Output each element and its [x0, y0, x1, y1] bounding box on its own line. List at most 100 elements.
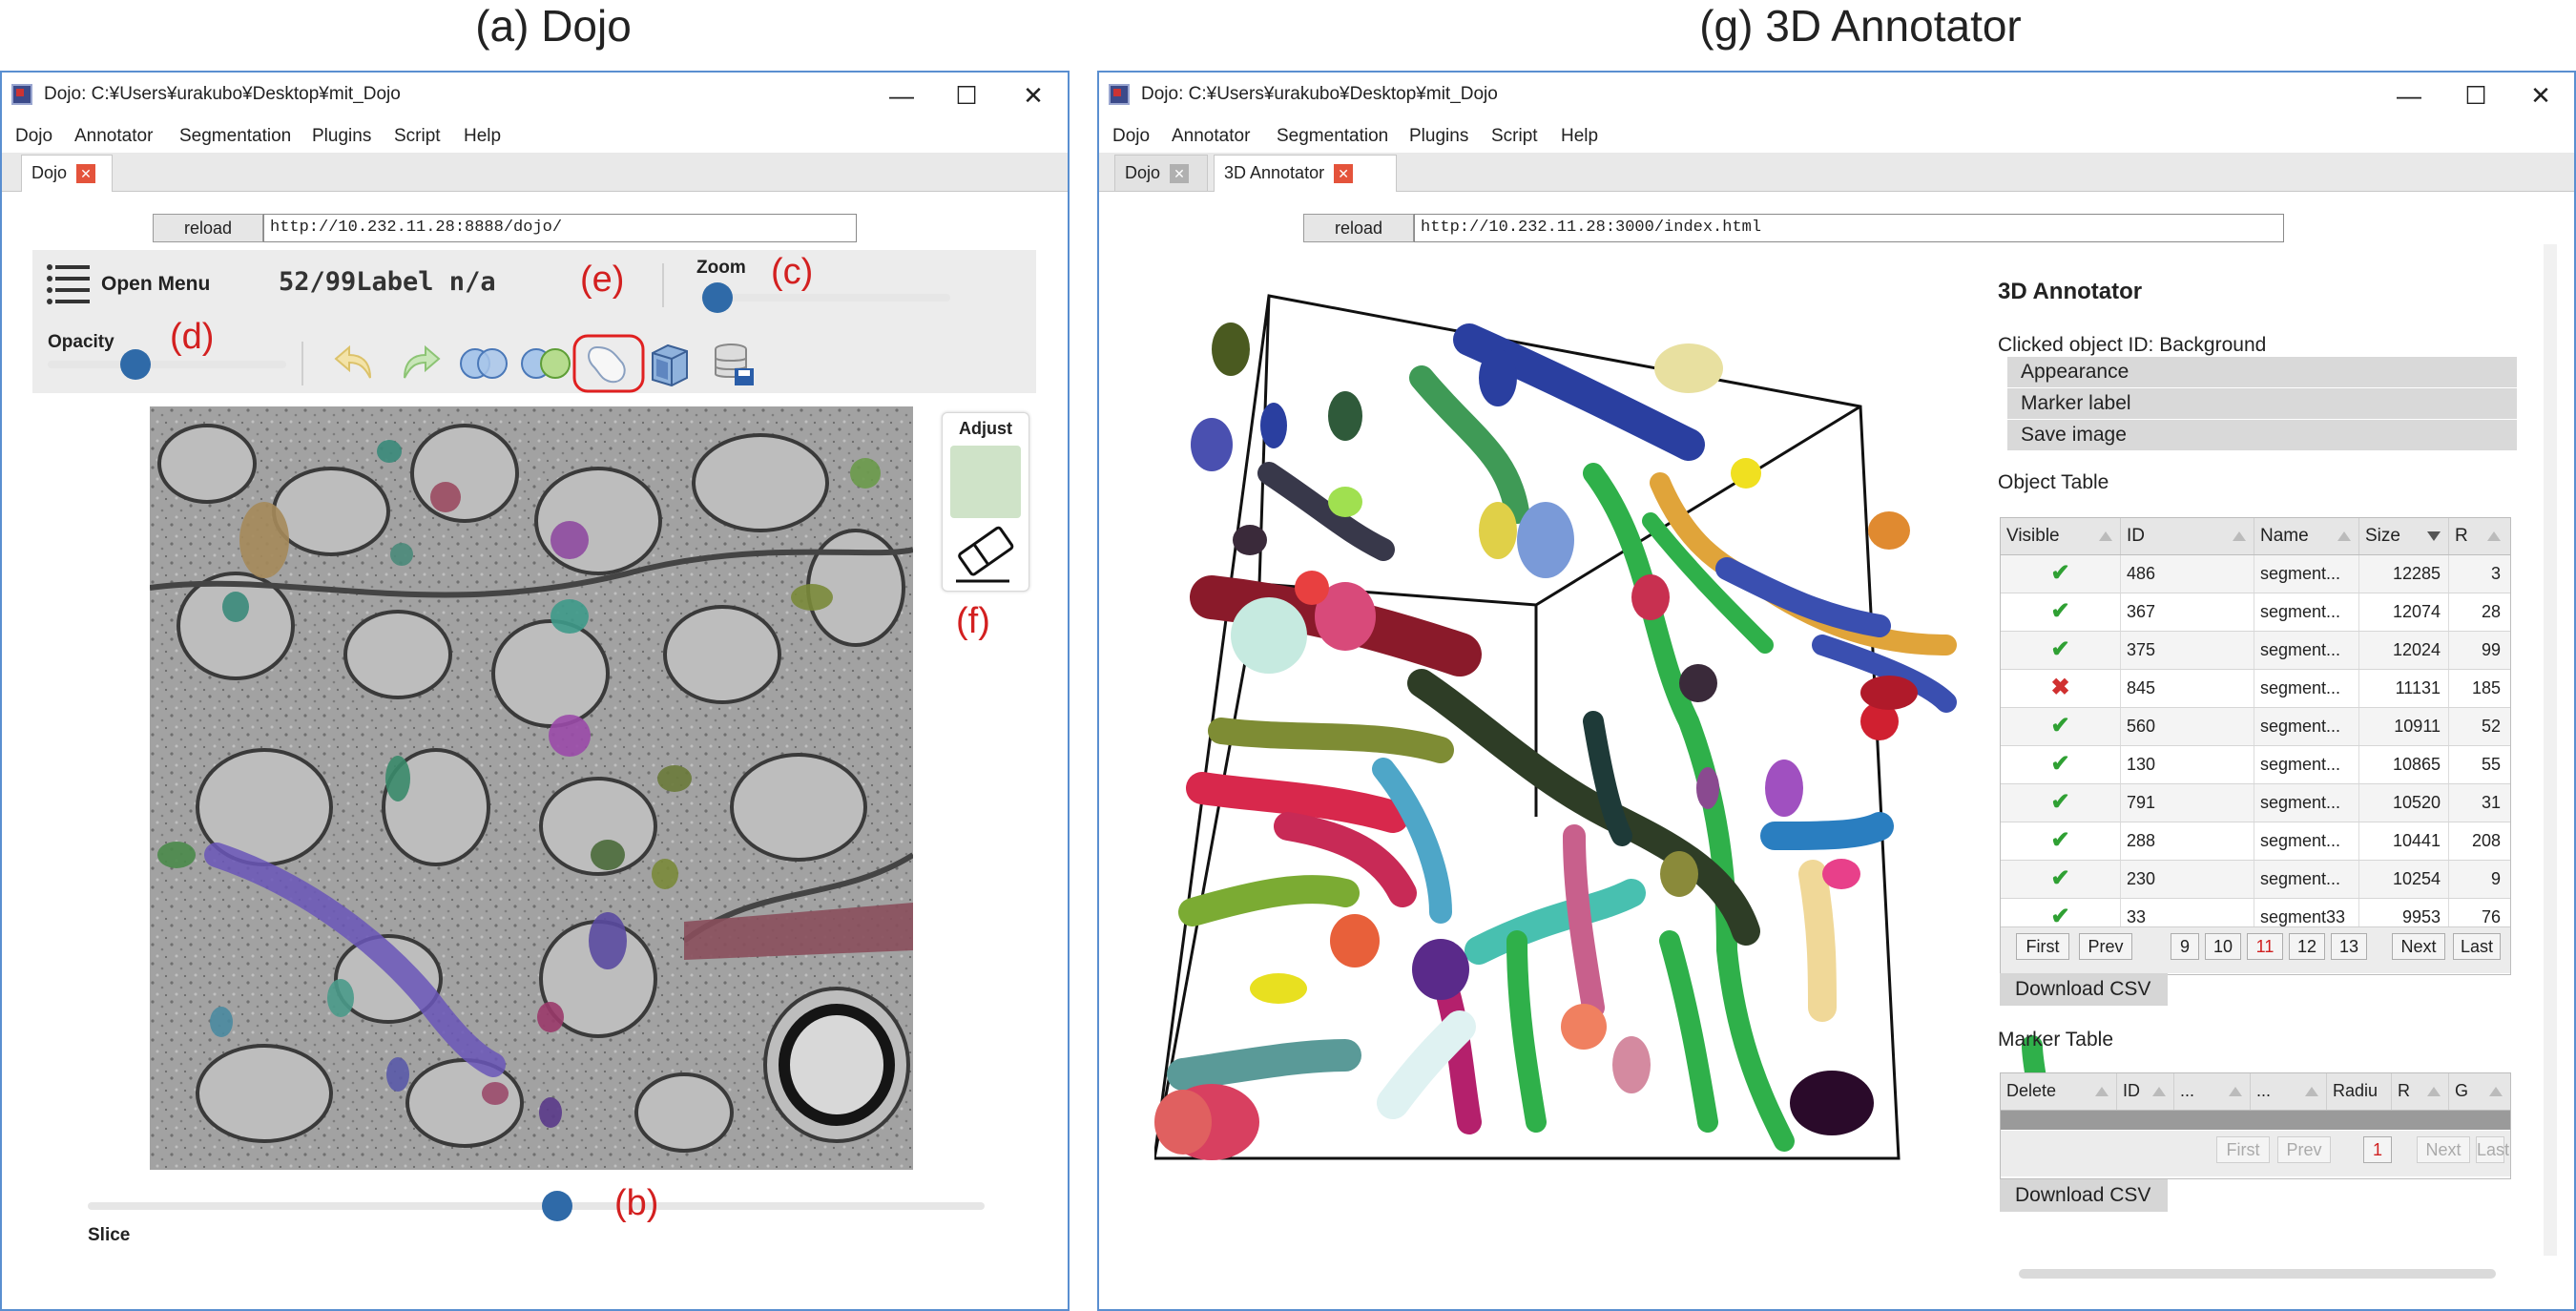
pager-next-button[interactable]: Next [2417, 1136, 2470, 1163]
color-swatch[interactable] [950, 446, 1021, 518]
table-row[interactable]: ✔ 560 segment... 10911 52 [2001, 708, 2510, 746]
pager-page-10[interactable]: 10 [2205, 933, 2241, 960]
visible-check-icon[interactable]: ✔ [2001, 784, 2121, 822]
download-csv-button[interactable]: Download CSV [2000, 1179, 2168, 1212]
column-header-r[interactable]: R [2392, 1073, 2449, 1110]
save-database-icon[interactable] [712, 342, 758, 387]
reload-button[interactable]: reload [153, 214, 263, 242]
maximize-button[interactable]: ☐ [935, 74, 998, 116]
column-header-name[interactable]: Name [2254, 518, 2359, 554]
merge-icon[interactable] [458, 343, 509, 384]
column-header-r[interactable]: R [2449, 518, 2508, 554]
visible-check-icon[interactable]: ✔ [2001, 708, 2121, 745]
menu-segmentation[interactable]: Segmentation [179, 126, 291, 147]
menu-plugins[interactable]: Plugins [1409, 126, 1468, 147]
menu-dojo[interactable]: Dojo [15, 126, 52, 147]
menu-script[interactable]: Script [394, 126, 441, 147]
close-button[interactable]: ✕ [1002, 74, 1065, 116]
pager-last-button[interactable]: Last [2453, 933, 2501, 960]
reload-button[interactable]: reload [1303, 214, 1414, 242]
close-button[interactable]: ✕ [2509, 74, 2572, 116]
visible-check-icon[interactable]: ✔ [2001, 861, 2121, 898]
open-menu-label[interactable]: Open Menu [101, 273, 210, 296]
pager-first-button[interactable]: First [2016, 933, 2069, 960]
pager-page-12[interactable]: 12 [2289, 933, 2325, 960]
column-header-size[interactable]: Size [2359, 518, 2449, 554]
column-header-g[interactable]: G [2449, 1073, 2510, 1110]
menu-script[interactable]: Script [1491, 126, 1538, 147]
maximize-button[interactable]: ☐ [2444, 74, 2507, 116]
menu-help[interactable]: Help [1561, 126, 1598, 147]
table-row[interactable]: ✔ 230 segment... 10254 9 [2001, 861, 2510, 899]
pager-first-button[interactable]: First [2216, 1136, 2270, 1163]
accordion-appearance[interactable]: Appearance [2007, 357, 2517, 387]
minimize-button[interactable]: — [870, 74, 933, 116]
column-header-radius[interactable]: Radiu [2327, 1073, 2392, 1110]
visible-check-icon[interactable]: ✔ [2001, 822, 2121, 860]
table-row[interactable]: ✔ 130 segment... 10865 55 [2001, 746, 2510, 784]
accordion-marker-label[interactable]: Marker label [2007, 388, 2517, 419]
zoom-slider-track[interactable] [700, 294, 950, 302]
hidden-cross-icon[interactable]: ✖ [2001, 670, 2121, 707]
visible-check-icon[interactable]: ✔ [2001, 555, 2121, 593]
paint-icon[interactable] [572, 334, 645, 393]
table-row[interactable]: ✖ 845 segment... 11131 185 [2001, 670, 2510, 708]
pager-last-button[interactable]: Last [2476, 1136, 2509, 1163]
tab-close-icon[interactable]: ✕ [76, 164, 96, 184]
eraser-icon[interactable] [950, 524, 1021, 585]
undo-icon[interactable] [334, 342, 380, 385]
redo-icon[interactable] [395, 342, 441, 385]
column-header-col3[interactable]: ... [2174, 1073, 2251, 1110]
tab-close-icon[interactable]: ✕ [1170, 164, 1190, 184]
table-row[interactable]: ✔ 288 segment... 10441 208 [2001, 822, 2510, 861]
url-field[interactable]: http://10.232.11.28:3000/index.html [1414, 214, 2284, 242]
column-header-id[interactable]: ID [2117, 1073, 2174, 1110]
slice-slider-knob[interactable] [542, 1191, 572, 1221]
em-image-view[interactable] [150, 406, 913, 1170]
menu-annotator[interactable]: Annotator [74, 126, 153, 147]
menu-icon[interactable] [46, 261, 93, 307]
split-icon[interactable] [519, 343, 572, 384]
table-row[interactable]: ✔ 367 segment... 12074 28 [2001, 593, 2510, 632]
tab-3d-annotator[interactable]: 3D Annotator ✕ [1214, 155, 1397, 192]
menu-plugins[interactable]: Plugins [312, 126, 371, 147]
table-row[interactable]: ✔ 486 segment... 12285 3 [2001, 555, 2510, 593]
table-row[interactable]: ✔ 375 segment... 12024 99 [2001, 632, 2510, 670]
tab-dojo[interactable]: Dojo ✕ [21, 155, 113, 192]
pager-prev-button[interactable]: Prev [2079, 933, 2132, 960]
visible-check-icon[interactable]: ✔ [2001, 746, 2121, 783]
3d-view[interactable] [1154, 282, 2128, 1237]
url-field[interactable]: http://10.232.11.28:8888/dojo/ [263, 214, 857, 242]
menu-help[interactable]: Help [464, 126, 501, 147]
pager-page-9[interactable]: 9 [2171, 933, 2199, 960]
pager-prev-button[interactable]: Prev [2277, 1136, 2331, 1163]
visible-check-icon[interactable]: ✔ [2001, 593, 2121, 631]
column-header-id[interactable]: ID [2121, 518, 2254, 554]
pager-page-13[interactable]: 13 [2331, 933, 2367, 960]
menu-annotator[interactable]: Annotator [1172, 126, 1250, 147]
tab-close-icon[interactable]: ✕ [1334, 164, 1354, 184]
visible-check-icon[interactable]: ✔ [2001, 632, 2121, 669]
pager-page-1[interactable]: 1 [2363, 1136, 2392, 1163]
download-csv-button[interactable]: Download CSV [2000, 973, 2168, 1006]
accordion-save-image[interactable]: Save image [2007, 420, 2517, 450]
tab-dojo[interactable]: Dojo ✕ [1114, 155, 1208, 191]
pager-next-button[interactable]: Next [2392, 933, 2445, 960]
opacity-slider-knob[interactable] [120, 349, 151, 380]
slice-slider-track[interactable] [88, 1202, 985, 1210]
3d-cube-icon[interactable] [647, 340, 693, 387]
column-header-visible[interactable]: Visible [2001, 518, 2121, 554]
horizontal-scrollbar[interactable] [2019, 1269, 2496, 1279]
opacity-slider-track[interactable] [48, 361, 286, 368]
column-header-delete[interactable]: Delete [2001, 1073, 2117, 1110]
table-row[interactable]: ✔ 791 segment... 10520 31 [2001, 784, 2510, 822]
zoom-slider-knob[interactable] [702, 282, 733, 313]
title-bar[interactable]: Dojo: C:¥Users¥urakubo¥Desktop¥mit_Dojo … [1099, 73, 2574, 120]
minimize-button[interactable]: — [2378, 74, 2441, 116]
title-bar[interactable]: Dojo: C:¥Users¥urakubo¥Desktop¥mit_Dojo … [2, 73, 1068, 120]
menu-dojo[interactable]: Dojo [1112, 126, 1150, 147]
menu-segmentation[interactable]: Segmentation [1277, 126, 1388, 147]
vertical-scrollbar[interactable] [2544, 244, 2557, 1256]
pager-page-11[interactable]: 11 [2247, 933, 2283, 960]
column-header-col4[interactable]: ... [2251, 1073, 2327, 1110]
